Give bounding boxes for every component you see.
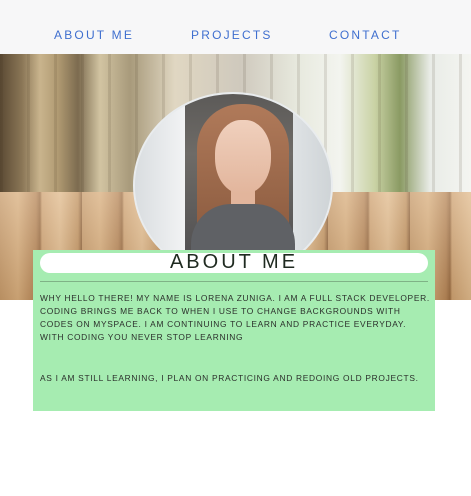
about-paragraph-plans: AS I AM STILL LEARNING, I PLAN ON PRACTI…: [40, 373, 419, 383]
about-title: ABOUT ME: [169, 251, 299, 273]
about-paragraph-intro: WHY HELLO THERE! MY NAME IS LORENA ZUNIG…: [40, 293, 430, 342]
nav-link-contact[interactable]: CONTACT: [329, 28, 402, 42]
title-divider: [40, 281, 428, 282]
nav-link-projects[interactable]: PROJECTS: [191, 28, 273, 42]
nav-link-about-me[interactable]: ABOUT ME: [54, 28, 134, 42]
about-me-card: ABOUT ME WHY HELLO THERE! MY NAME IS LOR…: [33, 250, 435, 411]
navbar: ABOUT ME PROJECTS CONTACT: [0, 0, 471, 55]
profile-face: [215, 120, 271, 194]
